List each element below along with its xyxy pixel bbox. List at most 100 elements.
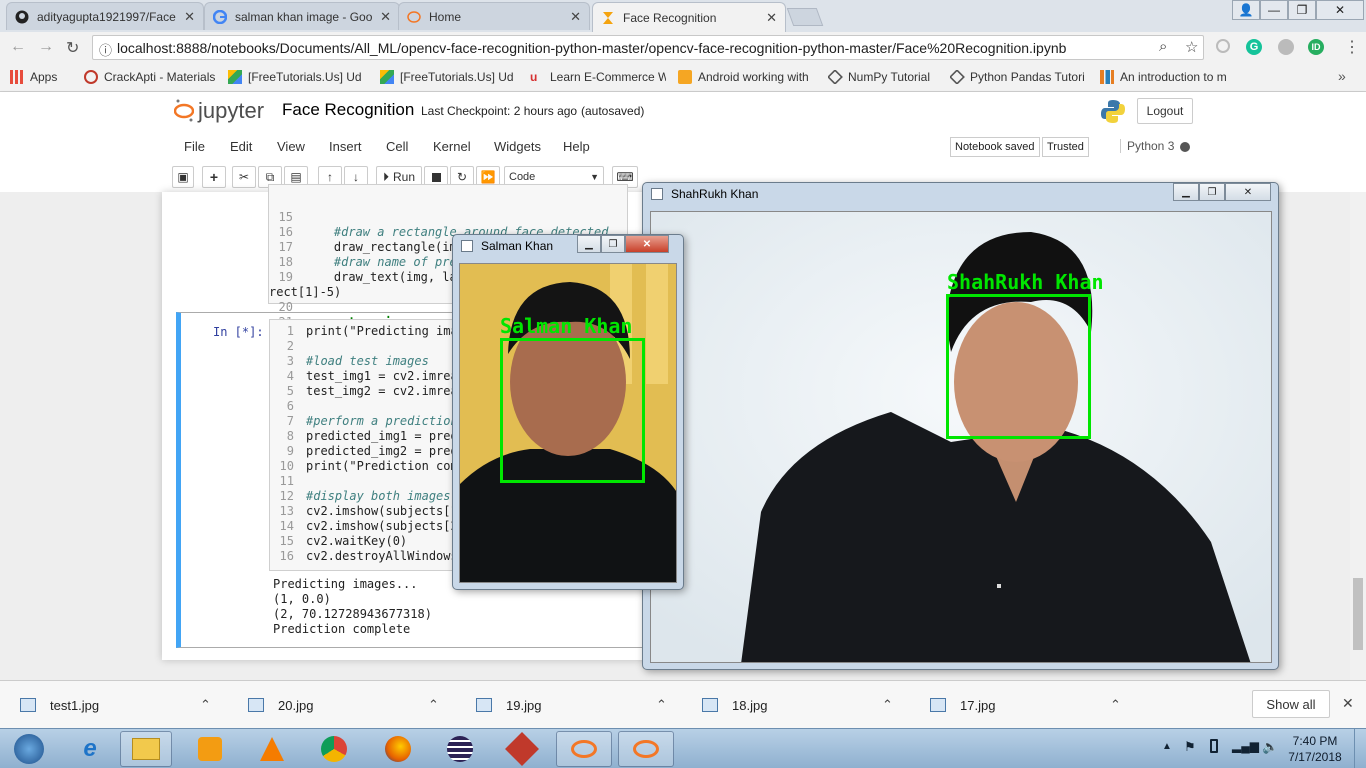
extension-icon[interactable]: [1216, 39, 1230, 53]
address-bar[interactable]: ⓘ localhost:8888/notebooks/Documents/All…: [92, 35, 1204, 60]
menu-view[interactable]: View: [277, 139, 305, 154]
chevron-up-icon[interactable]: ⌃: [882, 697, 893, 713]
show-all-button[interactable]: Show all: [1252, 690, 1330, 718]
bookmark-item[interactable]: Android working with: [678, 69, 814, 84]
minimize-button[interactable]: —: [1260, 0, 1288, 20]
taskbar-app[interactable]: [496, 731, 548, 767]
close-icon[interactable]: ✕: [184, 9, 195, 25]
chevron-up-icon[interactable]: ⌃: [656, 697, 667, 713]
menu-cell[interactable]: Cell: [386, 139, 408, 154]
download-item[interactable]: 18.jpg ⌃: [702, 681, 914, 729]
menu-file[interactable]: File: [184, 139, 205, 154]
checkpoint-text: Last Checkpoint: 2 hours ago: [421, 104, 578, 118]
tab-google[interactable]: salman khan image - Goo ✕: [204, 2, 400, 30]
show-desktop-button[interactable]: [1354, 729, 1366, 768]
output-line: Prediction complete: [273, 622, 411, 636]
search-icon[interactable]: ⌕: [1159, 38, 1167, 55]
window-title-shahrukh: ShahRukh Khan: [651, 187, 758, 201]
reload-icon[interactable]: ↻: [66, 38, 79, 58]
bookmark-item[interactable]: Python Pandas Tutori: [950, 69, 1088, 84]
menu-widgets[interactable]: Widgets: [494, 139, 541, 154]
bookmark-apps[interactable]: Apps: [10, 69, 57, 84]
page-scrollbar[interactable]: [1350, 192, 1366, 680]
download-item[interactable]: 17.jpg ⌃: [930, 681, 1142, 729]
bookmark-item[interactable]: An introduction to m: [1100, 69, 1238, 84]
notebook-name[interactable]: Face Recognition: [282, 100, 414, 120]
chevron-up-icon[interactable]: ⌃: [428, 697, 439, 713]
save-button[interactable]: ▣: [172, 166, 194, 188]
taskbar-eclipse[interactable]: [434, 731, 486, 767]
taskbar-explorer[interactable]: [120, 731, 172, 767]
menu-edit[interactable]: Edit: [230, 139, 252, 154]
keyboard-icon: ⌨: [616, 170, 634, 184]
taskbar-jupyter-1[interactable]: [556, 731, 612, 767]
chevron-up-icon[interactable]: ⌃: [200, 697, 211, 713]
logout-button[interactable]: Logout: [1137, 98, 1193, 124]
battery-icon[interactable]: [1210, 739, 1218, 753]
tab-face-recognition[interactable]: Face Recognition ✕: [592, 2, 786, 32]
jupyter-icon: [407, 10, 421, 24]
taskbar-media-player[interactable]: [184, 731, 236, 767]
maximize-button[interactable]: ❐: [1288, 0, 1316, 20]
close-button[interactable]: ✕: [1225, 183, 1271, 201]
face-label: Salman Khan: [500, 314, 633, 338]
close-icon[interactable]: ✕: [1342, 695, 1354, 712]
download-item[interactable]: 20.jpg ⌃: [248, 681, 460, 729]
close-icon[interactable]: ✕: [380, 9, 391, 25]
download-item[interactable]: test1.jpg ⌃: [20, 681, 232, 729]
caret-down-icon: ▼: [590, 172, 599, 182]
insert-cell-button[interactable]: +: [202, 166, 226, 188]
download-item[interactable]: 19.jpg ⌃: [476, 681, 688, 729]
bookmark-item[interactable]: u Learn E-Commerce W: [530, 70, 666, 84]
minimize-button[interactable]: ▁: [1173, 183, 1199, 201]
menu-insert[interactable]: Insert: [329, 139, 362, 154]
star-icon[interactable]: ☆: [1185, 38, 1198, 56]
volume-icon[interactable]: 🔈: [1262, 739, 1278, 755]
bookmark-item[interactable]: CrackApti - Materials: [84, 69, 216, 84]
taskbar-jupyter-2[interactable]: [618, 731, 674, 767]
taskbar-firefox[interactable]: [372, 731, 424, 767]
new-tab-button[interactable]: [786, 8, 824, 26]
cell-prompt: In [*]:: [213, 325, 264, 339]
window-icon: [651, 188, 663, 200]
bookmark-item[interactable]: NumPy Tutorial: [828, 69, 944, 84]
tab-home[interactable]: Home ✕: [398, 2, 590, 30]
menu-help[interactable]: Help: [563, 139, 590, 154]
close-icon[interactable]: ✕: [570, 9, 581, 25]
jupyter-brand: jupyter: [198, 98, 265, 123]
forward-icon[interactable]: →: [38, 38, 54, 56]
tray-expand-icon[interactable]: ▲: [1162, 741, 1172, 752]
trusted-indicator[interactable]: Trusted: [1042, 137, 1089, 157]
jupyter-logo[interactable]: jupyter: [174, 98, 264, 124]
globe-icon[interactable]: [1278, 39, 1294, 55]
bookmark-item[interactable]: [FreeTutorials.Us] Ud: [228, 69, 364, 84]
scrollbar-thumb[interactable]: [1353, 578, 1363, 650]
image-window-salman[interactable]: Salman Khan ▁ ❐ ✕ Salman Khan: [452, 234, 684, 590]
menu-kernel[interactable]: Kernel: [433, 139, 471, 154]
close-icon[interactable]: ✕: [766, 10, 777, 26]
chevron-up-icon[interactable]: ⌃: [1110, 697, 1121, 713]
chevron-right-icon[interactable]: »: [1338, 68, 1346, 84]
start-button[interactable]: [2, 731, 56, 767]
grammarly-icon[interactable]: G: [1246, 39, 1262, 55]
signal-icon[interactable]: ▂▄▆: [1232, 739, 1259, 753]
flag-icon[interactable]: ⚑: [1184, 739, 1196, 755]
taskbar-chrome[interactable]: [308, 731, 360, 767]
taskbar-vlc[interactable]: [246, 731, 298, 767]
maximize-button[interactable]: ❐: [1199, 183, 1225, 201]
cut-button[interactable]: ✂: [232, 166, 256, 188]
taskbar-ie[interactable]: e: [64, 731, 116, 767]
clock[interactable]: 7:40 PM 7/17/2018: [1284, 733, 1346, 765]
close-window-button[interactable]: ✕: [1316, 0, 1364, 20]
menu-icon[interactable]: ⋮: [1344, 37, 1360, 57]
back-icon[interactable]: ←: [10, 38, 26, 56]
profile-button[interactable]: 👤: [1232, 0, 1260, 20]
fast-forward-icon: ⏩: [480, 170, 496, 184]
tab-github[interactable]: adityagupta1921997/Face ✕: [6, 2, 204, 30]
bookmark-item[interactable]: [FreeTutorials.Us] Ud: [380, 69, 516, 84]
maximize-button[interactable]: ❐: [601, 235, 625, 253]
image-window-shahrukh[interactable]: ShahRukh Khan ▁ ❐ ✕ ShahRukh Khan: [642, 182, 1279, 670]
extension-id-icon[interactable]: ID: [1308, 39, 1324, 55]
close-button[interactable]: ✕: [625, 235, 669, 253]
minimize-button[interactable]: ▁: [577, 235, 601, 253]
